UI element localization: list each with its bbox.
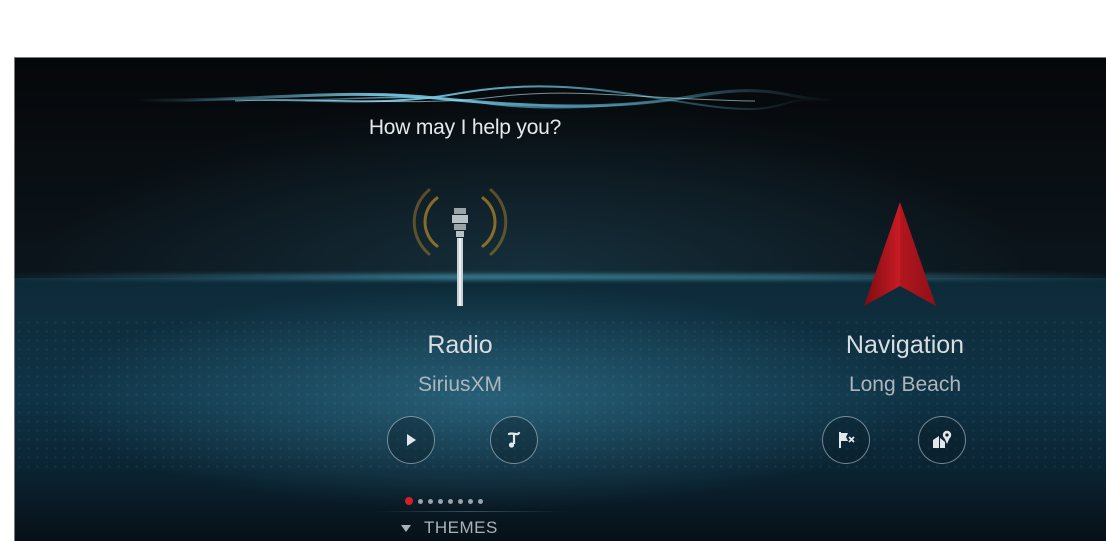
- page-dot[interactable]: [438, 498, 443, 504]
- infotainment-screen: How may I help you? Radio SiriusXM Navig…: [14, 57, 1106, 541]
- page-dot[interactable]: [418, 498, 423, 504]
- themes-toggle[interactable]: THEMES: [400, 518, 560, 538]
- radio-title: Radio: [427, 331, 493, 359]
- destination-flag-icon: [839, 432, 855, 448]
- navigation-title: Navigation: [845, 331, 965, 359]
- page-indicator[interactable]: [405, 495, 525, 507]
- voice-wave-icon: [135, 85, 835, 110]
- navigation-arrow-icon: [864, 202, 936, 306]
- page-dot[interactable]: [428, 498, 433, 504]
- navigation-tile[interactable]: Navigation Long Beach: [800, 198, 1010, 498]
- poi-map-icon: [933, 430, 952, 448]
- page-dot-active[interactable]: [405, 497, 413, 505]
- page-dot[interactable]: [468, 498, 473, 504]
- tune-icon: [507, 431, 521, 448]
- play-icon: [407, 434, 416, 446]
- chevron-down-icon: [401, 525, 411, 532]
- poi-button[interactable]: [918, 416, 966, 464]
- themes-label: THEMES: [424, 518, 498, 537]
- page-dot[interactable]: [458, 498, 463, 504]
- themes-divider: [375, 511, 565, 512]
- page-dot[interactable]: [478, 498, 483, 504]
- radio-tile[interactable]: Radio SiriusXM: [365, 168, 555, 498]
- page-dot[interactable]: [448, 498, 453, 504]
- navigation-subtitle: Long Beach: [848, 373, 962, 396]
- voice-prompt: How may I help you?: [368, 116, 562, 139]
- radio-tower-icon: [412, 188, 508, 306]
- play-button[interactable]: [387, 416, 435, 464]
- tune-button[interactable]: [490, 416, 538, 464]
- destination-button[interactable]: [822, 416, 870, 464]
- radio-subtitle: SiriusXM: [417, 373, 502, 396]
